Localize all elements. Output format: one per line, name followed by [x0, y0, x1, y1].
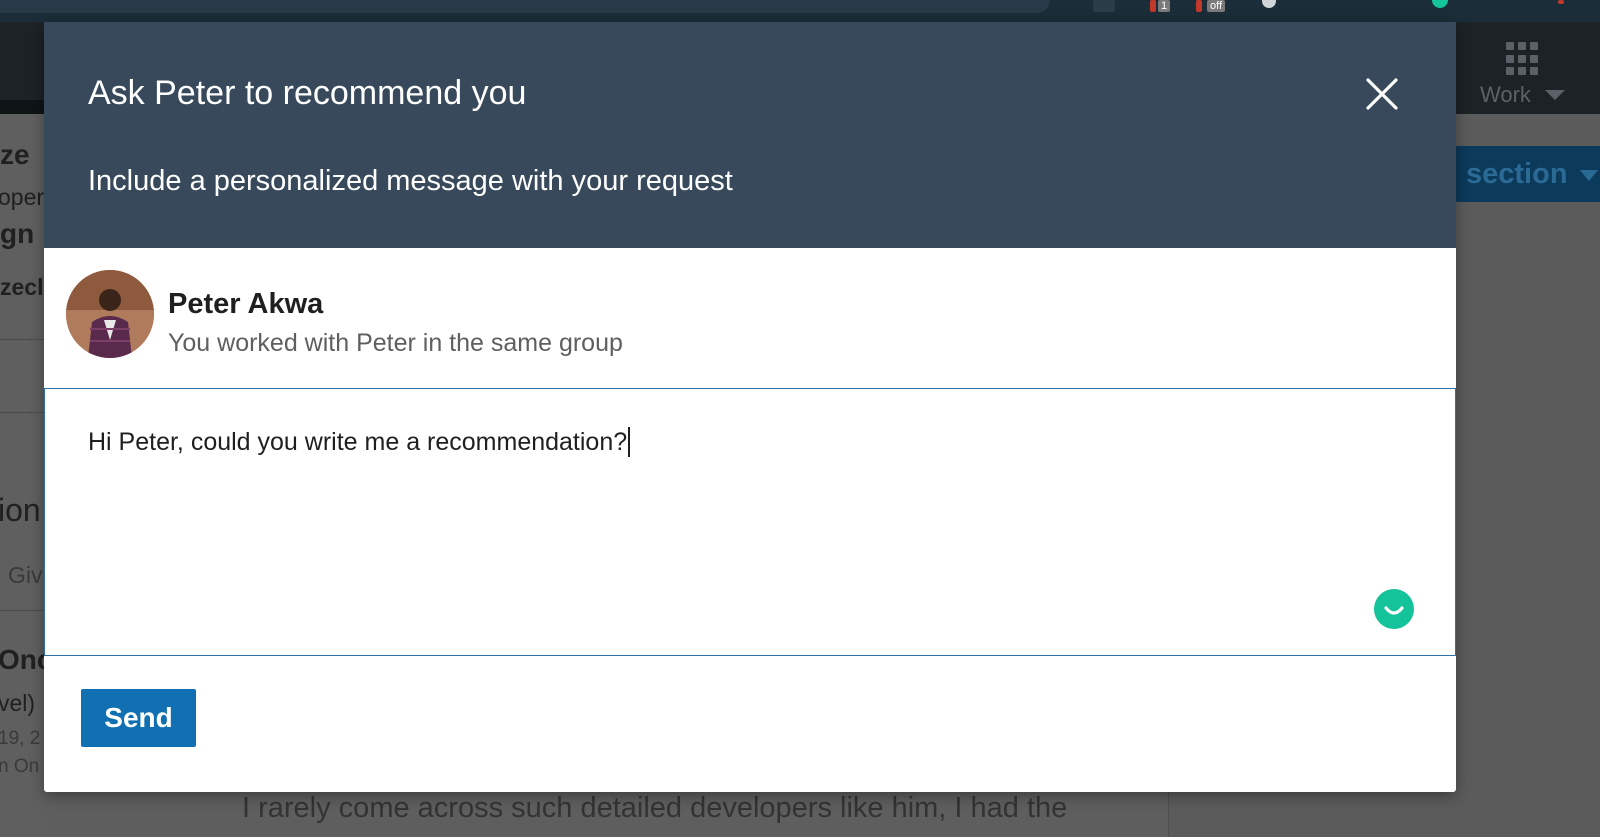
background-divider [0, 610, 44, 611]
recipient-name: Peter Akwa [168, 288, 324, 320]
close-button[interactable] [1362, 74, 1402, 114]
background-snippet: zecl [0, 274, 44, 300]
extension-badge: off [1207, 0, 1226, 12]
modal-header: Ask Peter to recommend you Include a per… [44, 22, 1456, 248]
extension-badge: 1 [1158, 0, 1171, 12]
grammarly-icon[interactable] [1374, 589, 1414, 629]
background-snippet: n On [0, 756, 40, 777]
background-snippet: ze [0, 139, 30, 170]
background-divider [0, 339, 44, 340]
chevron-down-icon [1580, 170, 1598, 181]
avatar [66, 270, 154, 358]
extension-icon[interactable] [1196, 0, 1202, 12]
message-value: Hi Peter, could you write me a recommend… [88, 427, 628, 456]
recommendation-request-modal: Ask Peter to recommend you Include a per… [44, 22, 1456, 792]
recipient-relationship: You worked with Peter in the same group [168, 329, 623, 357]
work-menu-label: Work [1480, 82, 1531, 107]
extension-icon[interactable] [1150, 0, 1156, 12]
message-textarea[interactable]: Hi Peter, could you write me a recommend… [44, 388, 1456, 656]
extension-icon[interactable] [1432, 0, 1448, 8]
work-grid-icon [1506, 42, 1540, 76]
modal-subtitle: Include a personalized message with your… [88, 165, 733, 197]
send-button[interactable]: Send [81, 689, 196, 747]
background-snippet: ion [0, 492, 41, 528]
modal-title: Ask Peter to recommend you [88, 74, 527, 112]
extension-icon[interactable] [1558, 0, 1564, 4]
background-snippet: oper [0, 184, 45, 210]
close-icon [1366, 78, 1398, 110]
chevron-down-icon [1545, 90, 1565, 100]
background-divider [0, 412, 44, 413]
extension-icon[interactable] [1262, 0, 1276, 8]
background-left-card: ze oper gn · zecl ion Giv Onc vel) 19, 2… [0, 114, 52, 837]
recipient-card: Peter Akwa You worked with Peter in the … [44, 248, 1456, 388]
background-recommendation-text: I rarely come across such detailed devel… [242, 792, 1068, 824]
text-cursor [628, 427, 631, 457]
browser-address-bar[interactable] [0, 0, 1050, 13]
background-snippet: Giv [8, 562, 43, 588]
section-button-label: section [1466, 158, 1568, 190]
message-text-content: Hi Peter, could you write me a recommend… [88, 427, 631, 457]
extension-icon[interactable] [1093, 0, 1115, 12]
background-nav-strip [0, 100, 44, 114]
background-snippet: vel) [0, 690, 36, 716]
background-snippet: 19, 2 [0, 728, 41, 749]
browser-toolbar: 1 off [0, 0, 1600, 22]
